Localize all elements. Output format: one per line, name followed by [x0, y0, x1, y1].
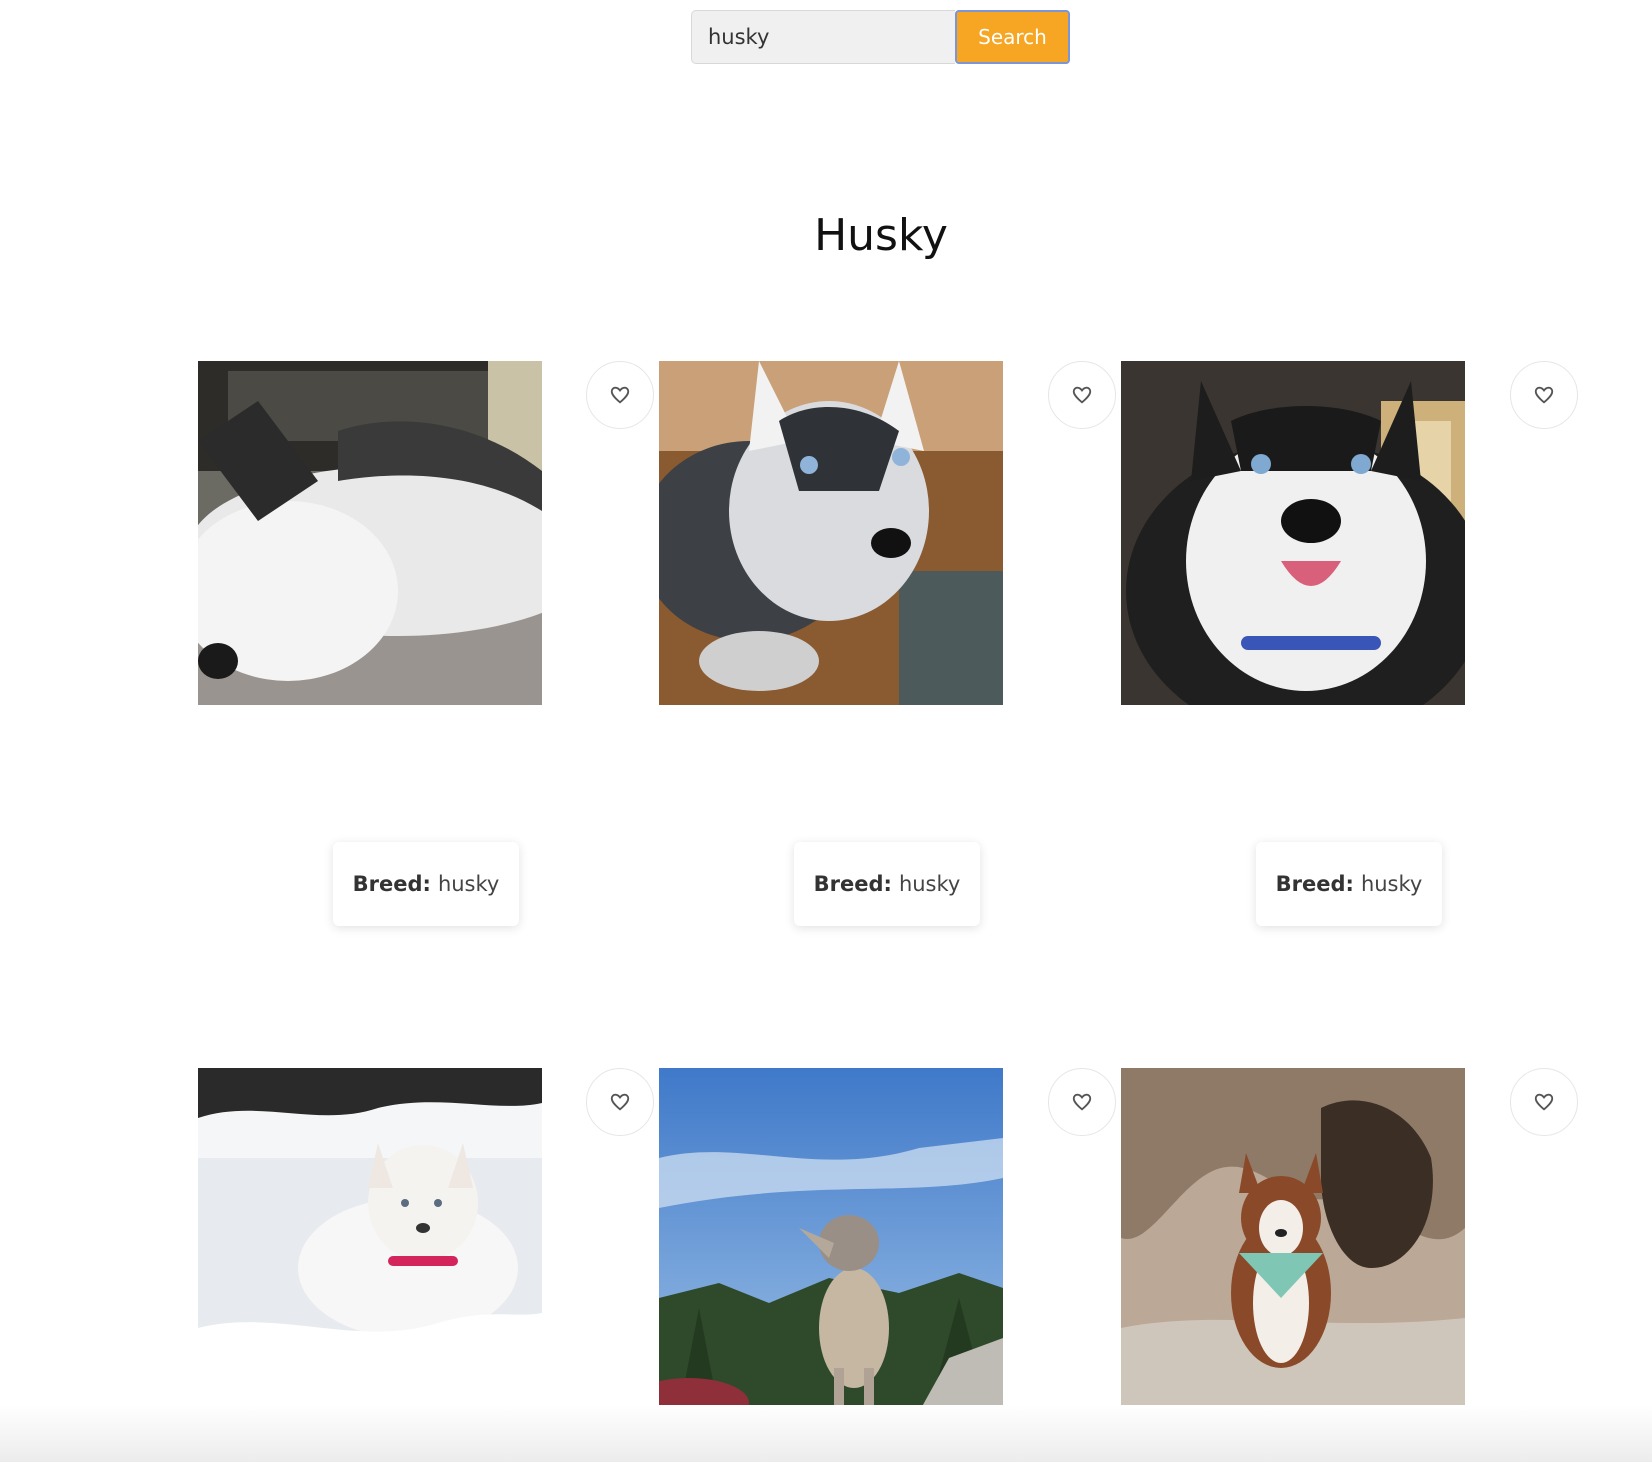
heart-outline-icon: [1072, 386, 1092, 404]
breed-value: husky: [898, 872, 961, 896]
favorite-button[interactable]: [1510, 1068, 1578, 1136]
dog-photo-5: [659, 1068, 1003, 1412]
favorite-button[interactable]: [1048, 1068, 1116, 1136]
dog-photo-3: [1121, 361, 1465, 705]
page-title: Husky: [814, 210, 948, 261]
heart-outline-icon: [610, 1093, 630, 1111]
dog-photo-6: [1121, 1068, 1465, 1412]
favorite-button[interactable]: [586, 361, 654, 429]
breed-value: husky: [437, 872, 500, 896]
heart-outline-icon: [610, 386, 630, 404]
heart-outline-icon: [1072, 1093, 1092, 1111]
dog-photo-4: [198, 1068, 542, 1412]
favorite-button[interactable]: [1510, 361, 1578, 429]
breed-label: Breed:: [813, 872, 892, 896]
favorite-button[interactable]: [1048, 361, 1116, 429]
dog-photo-1: [198, 361, 542, 705]
breed-value: husky: [1360, 872, 1423, 896]
breed-card: Breed: husky: [333, 842, 519, 926]
heart-outline-icon: [1534, 1093, 1554, 1111]
breed-label: Breed:: [352, 872, 431, 896]
breed-card: Breed: husky: [1256, 842, 1442, 926]
breed-card: Breed: husky: [794, 842, 980, 926]
heart-outline-icon: [1534, 386, 1554, 404]
search-input[interactable]: [691, 10, 955, 64]
breed-label: Breed:: [1275, 872, 1354, 896]
dog-photo-2: [659, 361, 1003, 705]
search-button[interactable]: Search: [955, 10, 1070, 64]
search-bar: Search: [691, 10, 1070, 64]
bottom-fade: [0, 1405, 1652, 1462]
favorite-button[interactable]: [586, 1068, 654, 1136]
